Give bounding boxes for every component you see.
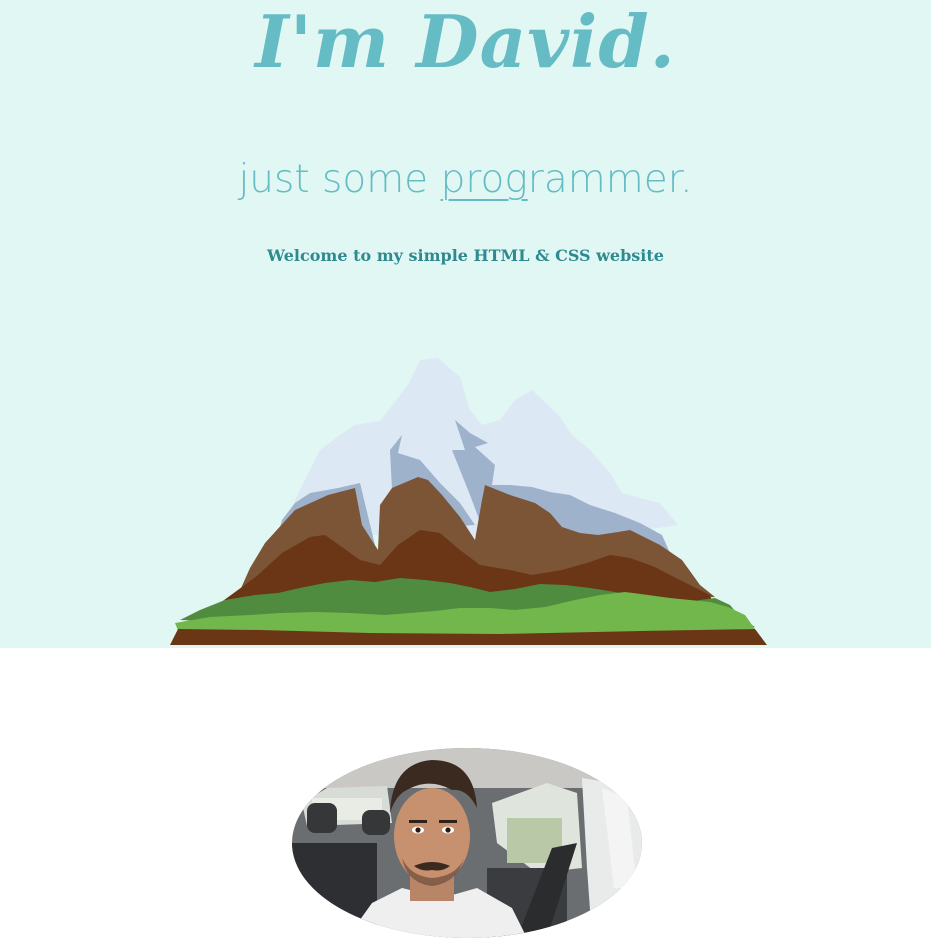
mountain-illustration [170, 358, 767, 645]
hero-title: I'm David. [255, 0, 676, 84]
subtitle-text-end: rammer. [527, 157, 693, 202]
subtitle-underlined: prog [440, 157, 528, 202]
hero-tagline: Welcome to my simple HTML & CSS website [267, 246, 664, 265]
hero-section: I'm David. just some programmer. Welcome… [0, 0, 931, 648]
about-section [0, 648, 931, 938]
hero-subtitle: just some programmer. [0, 152, 931, 208]
subtitle-text-start: just some [238, 157, 441, 202]
profile-photo [292, 748, 642, 938]
